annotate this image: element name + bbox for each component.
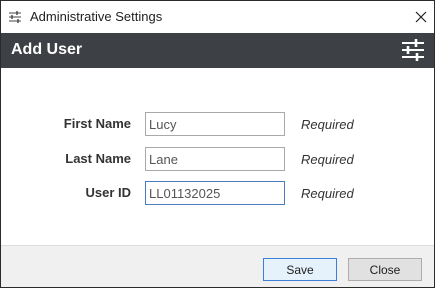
form-row-user-id: User ID Required (1, 181, 434, 205)
first-name-field[interactable] (145, 112, 285, 136)
administrative-settings-window: Administrative Settings Add User First N… (0, 0, 435, 288)
page-title: Add User (11, 41, 83, 58)
settings-sliders-icon (401, 38, 425, 62)
user-id-label: User ID (85, 185, 131, 200)
form-row-last-name: Last Name Required (1, 147, 434, 171)
user-id-field[interactable] (145, 181, 285, 205)
close-icon[interactable] (409, 5, 433, 29)
sliders-icon (8, 10, 22, 24)
save-button[interactable]: Save (263, 258, 337, 281)
last-name-label: Last Name (65, 151, 131, 166)
dialog-footer: Save Close (1, 245, 434, 287)
first-name-required-hint: Required (301, 117, 354, 132)
dialog-header: Add User (1, 33, 434, 68)
close-button[interactable]: Close (348, 258, 422, 281)
title-bar: Administrative Settings (1, 1, 434, 33)
form-row-first-name: First Name Required (1, 112, 434, 136)
last-name-required-hint: Required (301, 152, 354, 167)
user-id-required-hint: Required (301, 186, 354, 201)
last-name-field[interactable] (145, 147, 285, 171)
first-name-label: First Name (63, 116, 131, 131)
window-title: Administrative Settings (30, 9, 163, 24)
